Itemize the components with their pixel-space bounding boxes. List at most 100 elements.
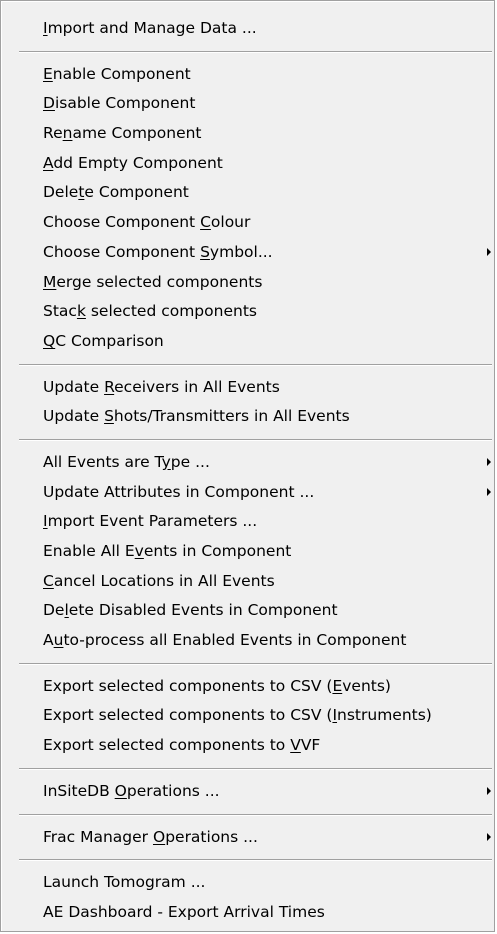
submenu-arrow-icon — [487, 487, 491, 496]
menu-item-merge-selected-components[interactable]: Merge selected components — [1, 268, 494, 298]
menu-item-label-start: Dele — [43, 183, 79, 202]
menu-item-access-key: Q — [43, 331, 56, 350]
menu-item-rename-component[interactable]: Rename Component — [1, 119, 494, 149]
menu-item-label-end: mport and Manage Data ... — [47, 19, 257, 37]
menu-item-access-key: n — [62, 124, 73, 143]
menu-item-label-end: perations ... — [126, 781, 220, 800]
menu-item-label-end: nable Component — [52, 64, 191, 83]
menu-item-delete-disabled-events-in-component[interactable]: Delete Disabled Events in Component — [1, 596, 494, 626]
menu-item-access-key: D — [43, 94, 55, 113]
menu-item-label-end: olour — [210, 213, 251, 232]
menu-item-label-end: pe ... — [170, 452, 210, 471]
menu-item-ae-dashboard-export-arrival-times[interactable]: AE Dashboard - Export Arrival Times — [1, 898, 494, 928]
menu-item-choose-component-symbol[interactable]: Choose Component Symbol... — [1, 238, 494, 268]
menu-item-stack-selected-components[interactable]: Stack selected components — [1, 297, 494, 327]
menu-item-access-key: S — [200, 242, 210, 261]
menu-item-label-end: selected components — [85, 302, 257, 321]
menu-item-label-start: All Events are T — [43, 452, 162, 471]
menu-item-access-key: V — [290, 736, 301, 755]
submenu-arrow-icon — [487, 247, 491, 256]
menu-item-access-key: C — [43, 571, 54, 590]
menu-item-label-end: VF — [300, 736, 321, 755]
menu-item-label-end: mport Event Parameters ... — [47, 512, 258, 531]
menu-item-label-end: C Comparison — [55, 331, 164, 350]
menu-item-update-attributes-in-component[interactable]: Update Attributes in Component ... — [1, 478, 494, 508]
menu-item-label-end: e Component — [84, 183, 189, 202]
menu-item-label-end: vents) — [342, 676, 391, 695]
menu-separator — [1, 357, 494, 373]
menu-item-label-end: dd Empty Component — [53, 153, 223, 172]
menu-item-label-start: Launch Tomogram ... — [43, 873, 206, 892]
menu-item-export-selected-components-to-csv-instruments[interactable]: Export selected components to CSV (Instr… — [1, 701, 494, 731]
menu-separator — [1, 44, 494, 60]
menu-item-label-start: Update — [43, 407, 105, 426]
menu-separator — [1, 852, 494, 868]
submenu-arrow-icon — [487, 832, 491, 841]
menu-item-access-key: E — [43, 64, 53, 83]
menu-item-label-start: Choose Component — [43, 242, 201, 261]
menu-item-label-end: perations ... — [165, 827, 258, 846]
menu-item-label-end: ancel Locations in All Events — [53, 571, 275, 590]
menu-item-label-end: erge selected components — [56, 272, 263, 291]
menu-item-label-end: to-process all Enabled Events in Compone… — [63, 631, 407, 650]
menu-item-access-key: M — [43, 272, 57, 291]
menu-item-label-start: AE Dashboard - Export Arrival Times — [43, 902, 325, 921]
menu-item-access-key: O — [152, 827, 166, 846]
menu-item-label-start: Stac — [43, 302, 77, 321]
menu-item-label-start: Frac Manager — [43, 827, 153, 846]
context-menu: Import and Manage Data ... Enable Compone… — [0, 0, 495, 932]
menu-item-choose-component-colour[interactable]: Choose Component Colour — [1, 208, 494, 238]
menu-separator — [1, 761, 494, 777]
menu-item-label-start: Export selected components to — [43, 736, 291, 755]
menu-item-update-receivers-in-all-events[interactable]: Update Receivers in All Events — [1, 373, 494, 403]
menu-item-label-start: InSiteDB — [43, 781, 115, 800]
menu-item-enable-component[interactable]: Enable Component — [1, 60, 494, 90]
menu-item-insitedb-operations[interactable]: InSiteDB Operations ... — [1, 777, 494, 807]
menu-item-access-key: A — [43, 153, 54, 172]
menu-item-qc-comparison[interactable]: QC Comparison — [1, 327, 494, 357]
menu-item-label-start: Export selected components to CSV ( — [43, 706, 333, 725]
menu-item-access-key: C — [200, 213, 211, 232]
menu-item-label-end: nstruments) — [337, 706, 432, 725]
menu-item-label-start: Update — [43, 377, 105, 396]
menu-item-auto-process-all-enabled-events-in-component[interactable]: Auto-process all Enabled Events in Compo… — [1, 626, 494, 656]
menu-item-label-end: eceivers in All Events — [114, 377, 280, 396]
menu-item-access-key: S — [104, 407, 114, 426]
menu-item-access-key: u — [53, 631, 64, 650]
menu-item-frac-manager-operations[interactable]: Frac Manager Operations ... — [1, 823, 494, 853]
menu-item-access-key: R — [104, 377, 115, 396]
menu-separator — [1, 656, 494, 672]
menu-item-export-selected-components-to-vvf[interactable]: Export selected components to VVF — [1, 731, 494, 761]
menu-item-label-start: De — [43, 601, 65, 620]
menu-item-label-end: ents in Component — [143, 542, 292, 560]
menu-item-access-key: v — [134, 542, 144, 560]
menu-item-disable-component[interactable]: Disable Component — [1, 89, 494, 119]
menu-item-label-start: Re — [43, 124, 63, 143]
submenu-arrow-icon — [487, 457, 491, 466]
menu-item-label-start: A — [43, 631, 54, 650]
menu-item-label-end: ete Disabled Events in Component — [68, 601, 338, 620]
submenu-arrow-icon — [487, 786, 491, 795]
menu-item-enable-all-events-in-component[interactable]: Enable All Events in Component — [1, 537, 494, 567]
menu-item-import-and-manage-data[interactable]: Import and Manage Data ... — [1, 14, 494, 44]
menu-item-cancel-locations-in-all-events[interactable]: Cancel Locations in All Events — [1, 567, 494, 597]
menu-separator — [1, 432, 494, 448]
menu-item-add-empty-component[interactable]: Add Empty Component — [1, 149, 494, 179]
menu-item-delete-component[interactable]: Delete Component — [1, 178, 494, 208]
menu-item-access-key: O — [114, 781, 127, 800]
menu-item-label-end: ymbol... — [209, 242, 273, 261]
menu-item-launch-tomogram[interactable]: Launch Tomogram ... — [1, 868, 494, 898]
menu-item-access-key: E — [332, 676, 343, 695]
menu-item-access-key: y — [161, 452, 171, 471]
menu-item-label-end: hots/Transmitters in All Events — [113, 407, 350, 426]
menu-item-label-start: Enable All E — [43, 542, 135, 560]
menu-item-update-shots-transmitters-in-all-events[interactable]: Update Shots/Transmitters in All Events — [1, 402, 494, 432]
menu-item-all-events-are-type[interactable]: All Events are Type ... — [1, 448, 494, 478]
menu-item-label-start: Export selected components to CSV ( — [43, 676, 333, 695]
menu-item-export-selected-components-to-csv-events[interactable]: Export selected components to CSV (Event… — [1, 672, 494, 702]
menu-item-import-event-parameters[interactable]: Import Event Parameters ... — [1, 507, 494, 537]
menu-separator — [1, 807, 494, 823]
menu-item-label-start: Update Attributes in Component ... — [43, 482, 315, 501]
menu-item-label-start: Choose Component — [43, 213, 201, 232]
menu-item-access-key: k — [76, 302, 86, 321]
